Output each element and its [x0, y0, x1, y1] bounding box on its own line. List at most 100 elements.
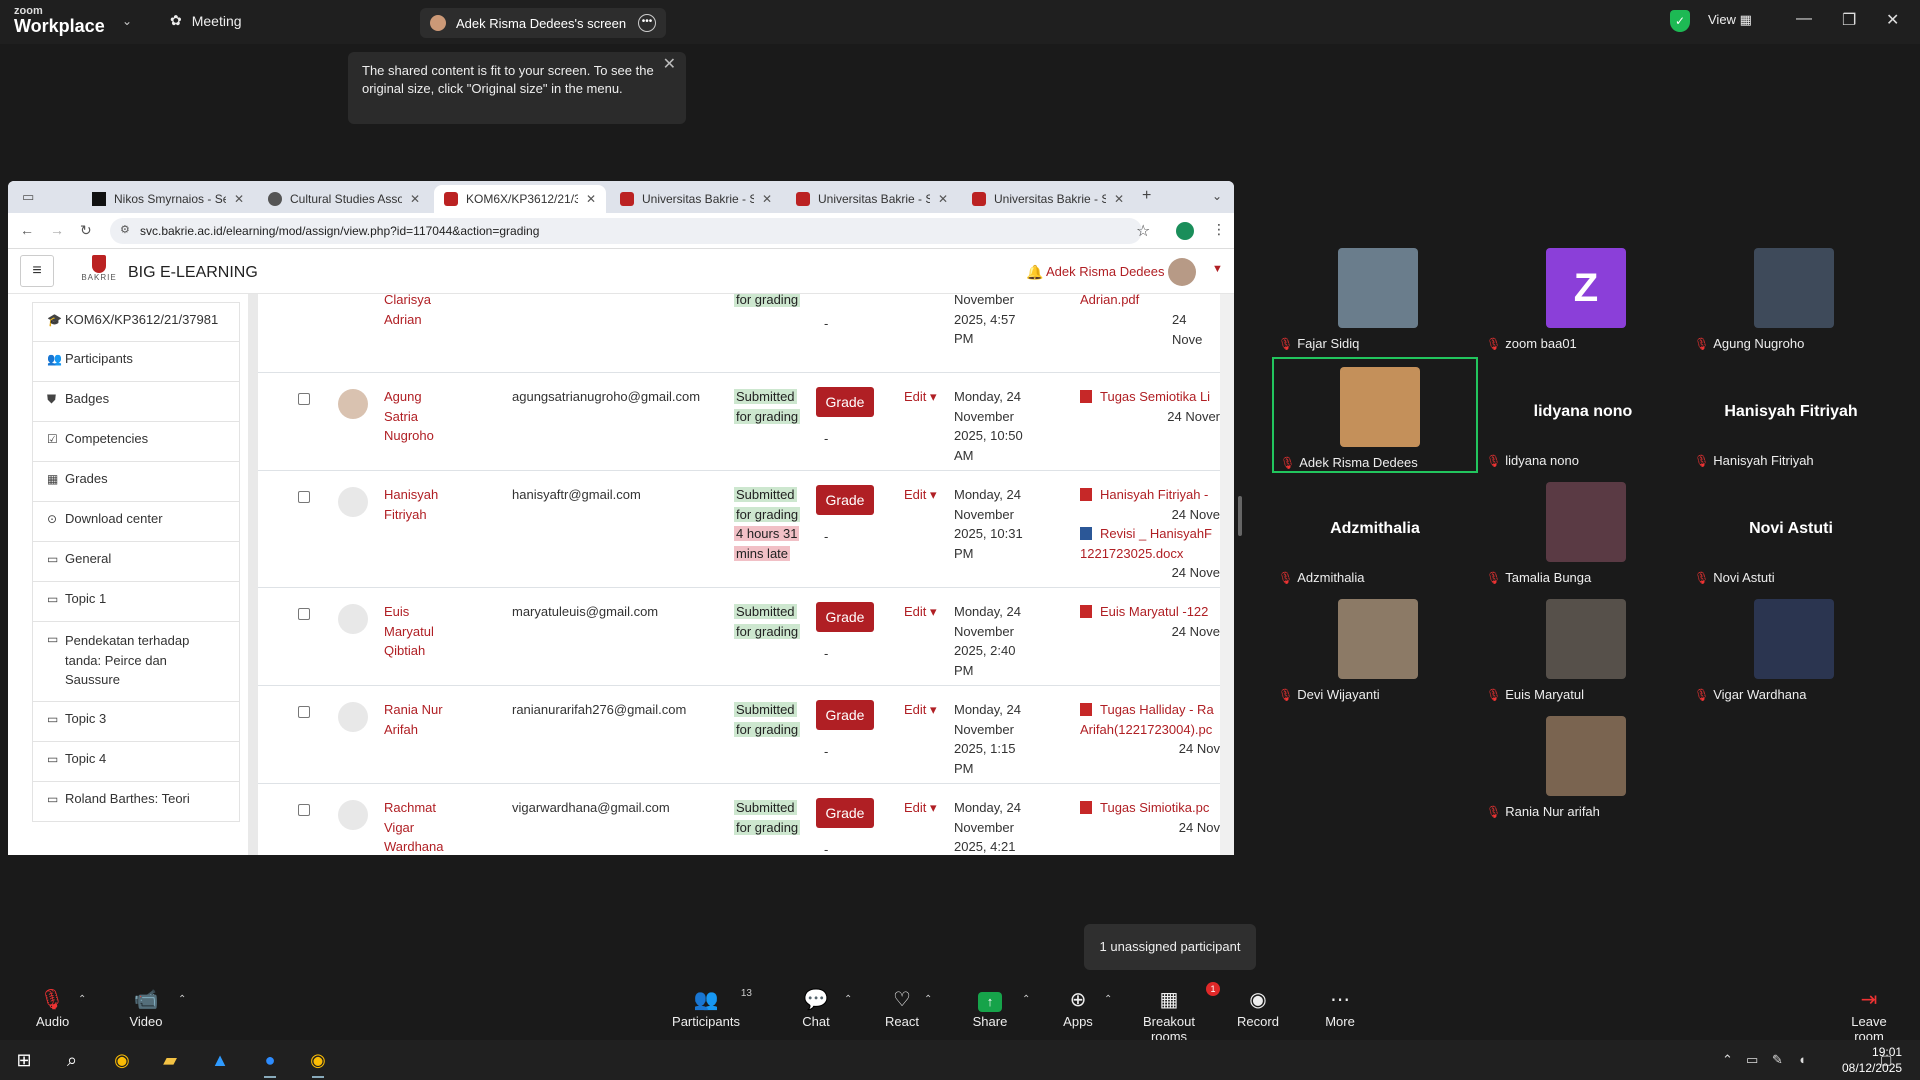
- share-options-caret-icon[interactable]: ⌃: [1022, 994, 1030, 1005]
- apps-options-caret-icon[interactable]: ⌃: [1104, 994, 1112, 1005]
- chrome-running-icon[interactable]: ◉: [306, 1048, 330, 1078]
- edit-menu[interactable]: Edit ▾: [904, 700, 937, 720]
- submission-file-link[interactable]: Hanisyah Fitriyah -: [1080, 485, 1220, 505]
- tab-list-chevron-icon[interactable]: ⌄: [1212, 189, 1222, 203]
- participant-tile[interactable]: Novi Astuti 🎙 Novi Astuti: [1688, 474, 1894, 590]
- participant-tile[interactable]: 🎙 Devi Wijayanti: [1272, 591, 1478, 707]
- audio-options-caret-icon[interactable]: ⌃: [78, 994, 86, 1005]
- notification-bell-icon[interactable]: 🔔: [1026, 264, 1043, 281]
- close-tab-icon[interactable]: ✕: [234, 192, 244, 206]
- leave-room-button[interactable]: ⇥ Leave room: [1836, 988, 1902, 1044]
- azure-icon[interactable]: ▲: [208, 1048, 232, 1072]
- student-name[interactable]: Hanisyah Fitriyah: [384, 485, 438, 524]
- participant-tile[interactable]: 🎙 Fajar Sidiq: [1272, 240, 1478, 356]
- submission-file-link[interactable]: Tugas Simiotika.pc: [1080, 798, 1220, 818]
- system-clock[interactable]: 19:01 08/12/2025: [1842, 1044, 1902, 1076]
- close-tab-icon[interactable]: ✕: [938, 192, 948, 206]
- submission-file-link[interactable]: Adrian.pdf: [1080, 294, 1139, 310]
- drawer-item-10[interactable]: ▭ Topic 3: [32, 702, 240, 742]
- drawer-item-6[interactable]: ⊙ Download center: [32, 502, 240, 542]
- reload-icon[interactable]: ↻: [80, 222, 92, 239]
- edit-menu[interactable]: Edit ▾: [904, 798, 937, 818]
- select-row-checkbox[interactable]: [298, 491, 310, 503]
- video-options-caret-icon[interactable]: ⌃: [178, 994, 186, 1005]
- restore-icon[interactable]: ❐: [1842, 10, 1856, 30]
- react-button[interactable]: ♡ React: [884, 988, 920, 1029]
- react-options-caret-icon[interactable]: ⌃: [924, 994, 932, 1005]
- pen-icon[interactable]: ✎: [1772, 1052, 1783, 1068]
- drawer-item-2[interactable]: 👥 Participants: [32, 342, 240, 382]
- url-field[interactable]: ⚙ svc.bakrie.ac.id/elearning/mod/assign/…: [110, 218, 1142, 244]
- participant-tile[interactable]: 🎙 Adek Risma Dedees: [1272, 357, 1478, 473]
- user-menu-name[interactable]: Adek Risma Dedees: [1046, 264, 1165, 279]
- close-tab-icon[interactable]: ✕: [1114, 192, 1124, 206]
- participant-tile[interactable]: 🎙 Rania Nur arifah: [1480, 708, 1686, 824]
- grade-button[interactable]: Grade: [816, 798, 874, 828]
- select-row-checkbox[interactable]: [298, 706, 310, 718]
- chat-options-caret-icon[interactable]: ⌃: [844, 994, 852, 1005]
- browser-tab-2[interactable]: Cultural Studies Assoc ✕: [258, 185, 430, 213]
- select-row-checkbox[interactable]: [298, 608, 310, 620]
- close-notice-icon[interactable]: ✕: [663, 56, 676, 74]
- student-name[interactable]: Clarisya Adrian: [384, 294, 431, 329]
- chrome-icon[interactable]: ◉: [110, 1048, 134, 1072]
- menu-hamburger-icon[interactable]: ≡: [20, 255, 54, 287]
- close-tab-icon[interactable]: ✕: [410, 192, 420, 206]
- participant-tile[interactable]: 🎙 Agung Nugroho: [1688, 240, 1894, 356]
- site-title[interactable]: BIG E-LEARNING: [128, 264, 258, 282]
- student-name[interactable]: Rachmat Vigar Wardhana: [384, 798, 444, 855]
- browser-tab-3-active[interactable]: KOM6X/KP3612/21/379 ✕: [434, 185, 606, 213]
- search-icon[interactable]: ⌕: [60, 1048, 84, 1072]
- record-button[interactable]: ◉ Record: [1236, 988, 1280, 1029]
- participant-tile[interactable]: 🎙 Vigar Wardhana: [1688, 591, 1894, 707]
- edit-menu[interactable]: Edit ▾: [904, 485, 937, 505]
- chat-button[interactable]: 💬 Chat: [800, 988, 832, 1029]
- browser-tab-4[interactable]: Universitas Bakrie - SIM ✕: [610, 185, 782, 213]
- student-name[interactable]: Euis Maryatul Qibtiah: [384, 602, 434, 661]
- submission-file-link-cont[interactable]: Arifah(1221723004).pc: [1080, 720, 1220, 740]
- back-icon[interactable]: ←: [20, 222, 34, 238]
- drawer-item-3[interactable]: ⛊ Badges: [32, 382, 240, 422]
- user-menu-caret-icon[interactable]: ▼: [1212, 263, 1223, 275]
- share-button[interactable]: ↑ Share: [972, 988, 1008, 1029]
- more-options-icon[interactable]: •••: [638, 14, 656, 32]
- tray-chevron-icon[interactable]: ⌃: [1722, 1052, 1733, 1068]
- student-name[interactable]: Rania Nur Arifah: [384, 700, 443, 739]
- new-tab-icon[interactable]: +: [1142, 187, 1151, 205]
- site-info-icon[interactable]: ⚙: [120, 223, 130, 236]
- participant-tile[interactable]: 🎙 Tamalia Bunga: [1480, 474, 1686, 590]
- windows-start-icon[interactable]: ⊞: [12, 1048, 36, 1072]
- volume-icon[interactable]: ◖: [1798, 1052, 1806, 1067]
- close-tab-icon[interactable]: ✕: [586, 192, 596, 206]
- grade-button[interactable]: Grade: [816, 700, 874, 730]
- gallery-scroll-handle[interactable]: [1238, 496, 1242, 536]
- participant-tile[interactable]: Adzmithalia 🎙 Adzmithalia: [1272, 474, 1478, 590]
- minimize-icon[interactable]: —: [1796, 10, 1812, 28]
- network-icon[interactable]: ▭: [1746, 1052, 1758, 1068]
- submission-file-link[interactable]: Tugas Semiotika Li: [1080, 387, 1220, 407]
- select-row-checkbox[interactable]: [298, 393, 310, 405]
- notifications-icon[interactable]: ▢: [1880, 1052, 1892, 1068]
- select-row-checkbox[interactable]: [298, 804, 310, 816]
- user-avatar[interactable]: [1168, 258, 1196, 286]
- drawer-item-8[interactable]: ▭ Topic 1: [32, 582, 240, 622]
- grade-button[interactable]: Grade: [816, 387, 874, 417]
- close-window-icon[interactable]: ✕: [1886, 10, 1899, 30]
- tab-search-icon[interactable]: ▭: [22, 189, 34, 205]
- participant-tile[interactable]: 🎙 Euis Maryatul: [1480, 591, 1686, 707]
- more-button[interactable]: ⋯ More: [1322, 988, 1358, 1029]
- drawer-item-5[interactable]: ▦ Grades: [32, 462, 240, 502]
- submission-file-link[interactable]: Tugas Halliday - Ra: [1080, 700, 1220, 720]
- chevron-down-icon[interactable]: ⌄: [122, 14, 132, 28]
- grade-button[interactable]: Grade: [816, 485, 874, 515]
- submission-file-link[interactable]: Revisi _ HanisyahF: [1080, 524, 1220, 544]
- breakout-rooms-button[interactable]: ▦ 1 Breakout rooms: [1126, 982, 1220, 1044]
- browser-tab-1[interactable]: Nikos Smyrnaios - Sear ✕: [82, 185, 254, 213]
- drawer-item-4[interactable]: ☑ Competencies: [32, 422, 240, 462]
- apps-button[interactable]: ⊕ Apps: [1062, 988, 1094, 1029]
- audio-button[interactable]: 🎙 Audio: [36, 988, 69, 1029]
- security-shield-icon[interactable]: ✓: [1670, 10, 1690, 32]
- submission-file-link-cont[interactable]: 1221723025.docx: [1080, 544, 1220, 564]
- file-explorer-icon[interactable]: ▰: [158, 1048, 182, 1072]
- drawer-item-12[interactable]: ▭ Roland Barthes: Teori: [32, 782, 240, 822]
